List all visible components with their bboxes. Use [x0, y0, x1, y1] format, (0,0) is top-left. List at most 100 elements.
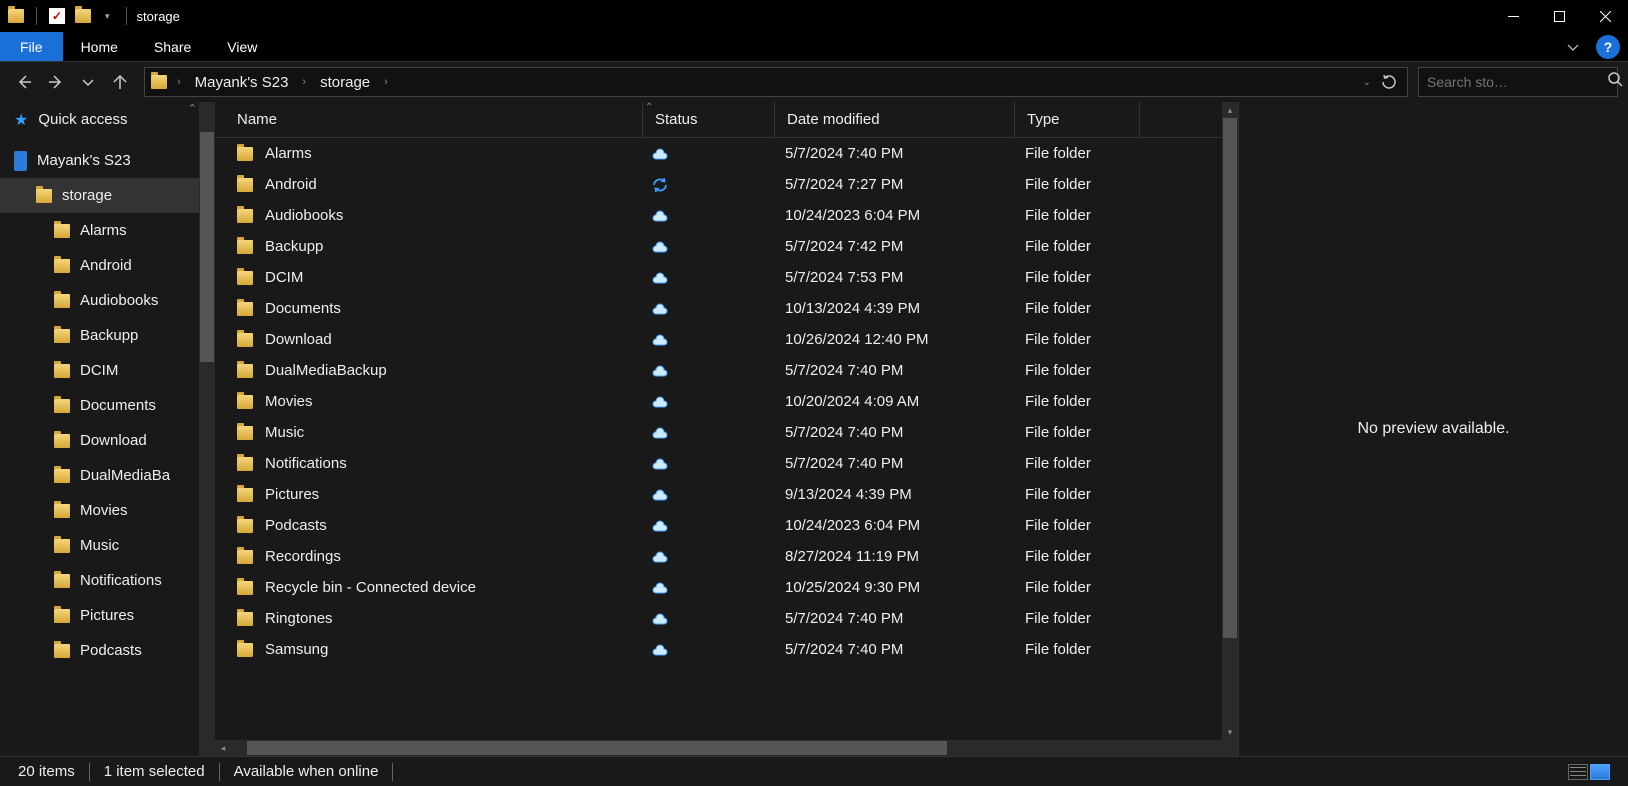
divider	[392, 763, 393, 781]
file-name: Podcasts	[265, 517, 327, 534]
search-box[interactable]	[1418, 67, 1618, 97]
tree-current-folder[interactable]: storage	[0, 178, 215, 213]
scroll-left-icon[interactable]: ◂	[215, 740, 231, 756]
vertical-scrollbar[interactable]: ▴ ▾	[1222, 102, 1238, 756]
tree-item[interactable]: Notifications	[0, 563, 215, 598]
search-input[interactable]	[1427, 74, 1608, 90]
file-row[interactable]: Alarms5/7/2024 7:40 PMFile folder	[215, 138, 1238, 169]
forward-button[interactable]	[42, 68, 70, 96]
cloud-icon	[651, 148, 669, 160]
cloud-icon	[651, 582, 669, 594]
qat-dropdown-icon[interactable]: ▾	[101, 11, 114, 22]
scrollbar-thumb[interactable]	[1223, 118, 1237, 638]
tree-item[interactable]: Podcasts	[0, 633, 215, 668]
horizontal-scrollbar[interactable]: ◂ ▸	[215, 740, 1238, 756]
file-date: 5/7/2024 7:27 PM	[775, 176, 1015, 193]
chevron-right-icon[interactable]: ›	[173, 76, 185, 88]
scrollbar-thumb[interactable]	[247, 741, 947, 755]
tab-home[interactable]: Home	[63, 32, 136, 61]
tree-item[interactable]: Android	[0, 248, 215, 283]
cloud-icon	[651, 365, 669, 377]
file-row[interactable]: DCIM5/7/2024 7:53 PMFile folder	[215, 262, 1238, 293]
address-dropdown-icon[interactable]: ⌄	[1363, 77, 1371, 88]
chevron-right-icon[interactable]: ›	[380, 76, 392, 88]
tree-item[interactable]: DualMediaBa	[0, 458, 215, 493]
file-row[interactable]: Documents10/13/2024 4:39 PMFile folder	[215, 293, 1238, 324]
folder-icon	[237, 581, 253, 595]
file-tab[interactable]: File	[0, 32, 63, 61]
scroll-down-icon[interactable]: ▾	[1222, 724, 1238, 740]
close-button[interactable]	[1582, 0, 1628, 32]
file-date: 5/7/2024 7:40 PM	[775, 641, 1015, 658]
collapse-icon[interactable]: ⌃	[188, 102, 197, 115]
breadcrumb-segment[interactable]: storage	[316, 74, 374, 91]
file-row[interactable]: Download10/26/2024 12:40 PMFile folder	[215, 324, 1238, 355]
tree-item[interactable]: Audiobooks	[0, 283, 215, 318]
scroll-up-icon[interactable]: ▴	[1222, 102, 1238, 118]
scrollbar-thumb[interactable]	[200, 132, 214, 362]
tree-item[interactable]: Documents	[0, 388, 215, 423]
file-row[interactable]: Audiobooks10/24/2023 6:04 PMFile folder	[215, 200, 1238, 231]
file-row[interactable]: Backupp5/7/2024 7:42 PMFile folder	[215, 231, 1238, 262]
file-row[interactable]: DualMediaBackup5/7/2024 7:40 PMFile fold…	[215, 355, 1238, 386]
recent-dropdown-icon[interactable]	[74, 68, 102, 96]
folder-icon	[54, 644, 70, 658]
tree-item[interactable]: Backupp	[0, 318, 215, 353]
folder-icon	[54, 294, 70, 308]
tab-share[interactable]: Share	[136, 32, 209, 61]
breadcrumb-segment[interactable]: Mayank's S23	[191, 74, 293, 91]
thumbnails-view-button[interactable]	[1590, 764, 1610, 780]
tree-label: Podcasts	[80, 642, 142, 659]
maximize-button[interactable]	[1536, 0, 1582, 32]
file-row[interactable]: Recordings8/27/2024 11:19 PMFile folder	[215, 541, 1238, 572]
file-type: File folder	[1015, 300, 1140, 317]
column-name[interactable]: Name	[215, 102, 643, 137]
tree-label: DCIM	[80, 362, 118, 379]
tree-item[interactable]: Alarms	[0, 213, 215, 248]
chevron-right-icon[interactable]: ›	[298, 76, 310, 88]
folder-icon[interactable]	[75, 9, 91, 23]
tree-item[interactable]: Music	[0, 528, 215, 563]
refresh-button[interactable]	[1377, 70, 1401, 94]
tree-item[interactable]: Pictures	[0, 598, 215, 633]
file-row[interactable]: Notifications5/7/2024 7:40 PMFile folder	[215, 448, 1238, 479]
file-row[interactable]: Android5/7/2024 7:27 PMFile folder	[215, 169, 1238, 200]
file-type: File folder	[1015, 424, 1140, 441]
file-row[interactable]: Pictures9/13/2024 4:39 PMFile folder	[215, 479, 1238, 510]
tree-item[interactable]: DCIM	[0, 353, 215, 388]
search-icon[interactable]	[1608, 72, 1623, 92]
minimize-button[interactable]	[1490, 0, 1536, 32]
details-view-button[interactable]	[1568, 764, 1588, 780]
folder-icon	[237, 271, 253, 285]
file-row[interactable]: Podcasts10/24/2023 6:04 PMFile folder	[215, 510, 1238, 541]
file-type: File folder	[1015, 610, 1140, 627]
tree-quick-access[interactable]: ★ Quick access	[0, 102, 215, 137]
tab-view[interactable]: View	[209, 32, 275, 61]
folder-icon	[54, 399, 70, 413]
column-status[interactable]: Status	[643, 102, 775, 137]
sidebar-scrollbar[interactable]	[199, 102, 215, 756]
help-button[interactable]: ?	[1596, 35, 1620, 59]
file-row[interactable]: Movies10/20/2024 4:09 AMFile folder	[215, 386, 1238, 417]
up-button[interactable]	[106, 68, 134, 96]
column-type[interactable]: Type	[1015, 102, 1140, 137]
file-row[interactable]: Music5/7/2024 7:40 PMFile folder	[215, 417, 1238, 448]
file-row[interactable]: Samsung5/7/2024 7:40 PMFile folder	[215, 634, 1238, 665]
star-icon: ★	[14, 110, 28, 130]
column-date[interactable]: Date modified	[775, 102, 1015, 137]
folder-icon	[237, 147, 253, 161]
file-type: File folder	[1015, 207, 1140, 224]
window-title: storage	[137, 9, 180, 24]
tree-device[interactable]: Mayank's S23	[0, 143, 215, 178]
divider	[126, 7, 127, 25]
file-row[interactable]: Recycle bin - Connected device10/25/2024…	[215, 572, 1238, 603]
tree-item[interactable]: Download	[0, 423, 215, 458]
properties-icon[interactable]: ✓	[49, 8, 65, 24]
file-row[interactable]: Ringtones5/7/2024 7:40 PMFile folder	[215, 603, 1238, 634]
file-name: Music	[265, 424, 304, 441]
ribbon-expand-icon[interactable]	[1558, 32, 1588, 61]
back-button[interactable]	[10, 68, 38, 96]
folder-icon	[54, 504, 70, 518]
address-bar[interactable]: › Mayank's S23 › storage › ⌄	[144, 67, 1408, 97]
tree-item[interactable]: Movies	[0, 493, 215, 528]
